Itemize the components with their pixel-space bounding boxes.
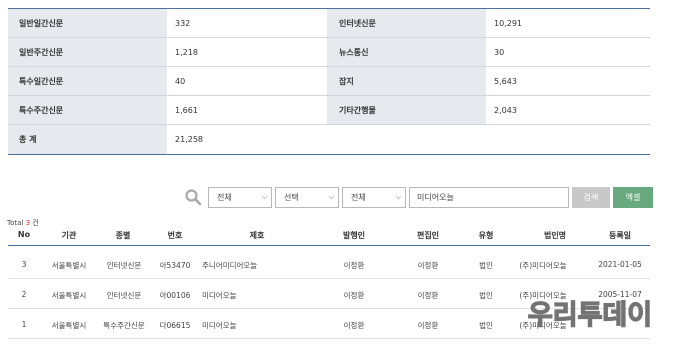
cell-agency: 서울특별시 <box>51 321 87 330</box>
cell-editor: 이정환 <box>417 321 439 330</box>
search-icon[interactable] <box>184 188 202 206</box>
stats-row: 일반일간신문 332 인터넷신문 10,291 <box>8 9 650 38</box>
cell-title: 주니어미디어오늘 <box>202 261 258 270</box>
cell-type: 인터넷신문 <box>106 291 142 300</box>
search-button[interactable]: 검색 <box>572 186 610 208</box>
chevron-down-icon: ⌵ <box>395 192 401 201</box>
stats-label: 인터넷신문 <box>327 9 486 37</box>
category-select-value: 선택 <box>284 192 299 202</box>
cell-title: 미디어오늘 <box>202 291 237 300</box>
cell-number: 아00106 <box>159 291 191 300</box>
svg-text:우리투데이: 우리투데이 <box>528 300 652 331</box>
cell-type: 특수주간신문 <box>103 321 145 330</box>
column-header-type: 종별 <box>115 231 131 240</box>
stats-value: 1,218 <box>175 47 198 57</box>
cell-no: 1 <box>21 320 27 329</box>
stats-row: 특수주간신문 1,661 기타간행물 2,043 <box>8 96 650 125</box>
column-header-kind: 유형 <box>478 231 494 240</box>
category-select[interactable]: 선택 ⌵ <box>275 186 339 208</box>
column-header-editor: 편집인 <box>416 231 440 240</box>
field-select-value: 전체 <box>351 192 366 202</box>
stats-label: 잡지 <box>327 67 486 95</box>
stats-label: 뉴스통신 <box>327 38 486 66</box>
field-select[interactable]: 전체 ⌵ <box>342 186 406 208</box>
cell-kind: 법인 <box>479 291 493 300</box>
stats-value: 2,043 <box>494 105 517 115</box>
column-header-publisher: 발행인 <box>342 231 366 240</box>
agency-select[interactable]: 전체 ⌵ <box>208 186 272 208</box>
stats-value: 1,661 <box>175 105 198 115</box>
cell-corporation: (주)미디어오늘 <box>519 261 567 270</box>
cell-number: 아53470 <box>159 261 191 270</box>
stats-label: 특수주간신문 <box>8 96 167 124</box>
column-header-title: 제호 <box>249 231 265 240</box>
column-header-registered: 등록일 <box>608 231 632 240</box>
chevron-down-icon: ⌵ <box>261 192 267 201</box>
cell-editor: 이정환 <box>417 261 439 270</box>
table-row[interactable]: 3 서울특별시 인터넷신문 아53470 주니어미디어오늘 이정환 이정환 법인… <box>8 249 650 279</box>
cell-title: 미디어오늘 <box>202 321 237 330</box>
stats-label: 특수일간신문 <box>8 67 167 95</box>
registration-stats-table: 일반일간신문 332 인터넷신문 10,291 일반주간신문 1,218 뉴스통… <box>8 8 650 155</box>
cell-registered: 2021-01-05 <box>598 260 642 269</box>
keyword-input[interactable]: 미디어오늘 <box>409 186 569 208</box>
stats-label: 일반주간신문 <box>8 38 167 66</box>
column-header-no: No <box>17 230 31 239</box>
cell-no: 3 <box>21 260 27 269</box>
stats-label: 기타간행물 <box>327 96 486 124</box>
stats-value: 30 <box>494 47 505 57</box>
cell-type: 인터넷신문 <box>106 261 142 270</box>
results-table-header: No 기관 종별 번호 제호 발행인 편집인 유형 법인명 등록일 <box>8 226 650 246</box>
stats-row: 특수일간신문 40 잡지 5,643 <box>8 67 650 96</box>
cell-editor: 이정환 <box>417 291 439 300</box>
cell-kind: 법인 <box>479 321 493 330</box>
cell-publisher: 이정환 <box>343 291 365 300</box>
column-header-number: 번호 <box>167 231 183 240</box>
stats-row: 일반주간신문 1,218 뉴스통신 30 <box>8 38 650 67</box>
watermark-logo: 우리투데이 <box>527 299 653 331</box>
stats-value: 332 <box>175 18 191 28</box>
cell-no: 2 <box>21 290 27 299</box>
stats-label: 일반일간신문 <box>8 9 167 37</box>
chevron-down-icon: ⌵ <box>328 192 334 201</box>
cell-agency: 서울특별시 <box>51 291 87 300</box>
stats-value: 40 <box>175 76 186 86</box>
stats-value: 5,643 <box>494 76 517 86</box>
excel-download-button[interactable]: 엑셀 <box>613 186 653 208</box>
search-bar: 전체 ⌵ 선택 ⌵ 전체 ⌵ 미디어오늘 검색 엑셀 <box>184 186 653 208</box>
cell-number: 다06615 <box>159 321 191 330</box>
stats-total-row: 총 계 21,258 <box>8 125 650 155</box>
stats-total-label: 총 계 <box>8 125 167 154</box>
cell-publisher: 이정환 <box>343 261 365 270</box>
cell-kind: 법인 <box>479 261 493 270</box>
stats-value: 10,291 <box>494 18 522 28</box>
column-header-agency: 기관 <box>61 231 77 240</box>
cell-agency: 서울특별시 <box>51 261 87 270</box>
column-header-corporation: 법인명 <box>543 231 567 240</box>
cell-publisher: 이정환 <box>343 321 365 330</box>
agency-select-value: 전체 <box>217 192 232 202</box>
stats-total-value: 21,258 <box>175 135 203 144</box>
